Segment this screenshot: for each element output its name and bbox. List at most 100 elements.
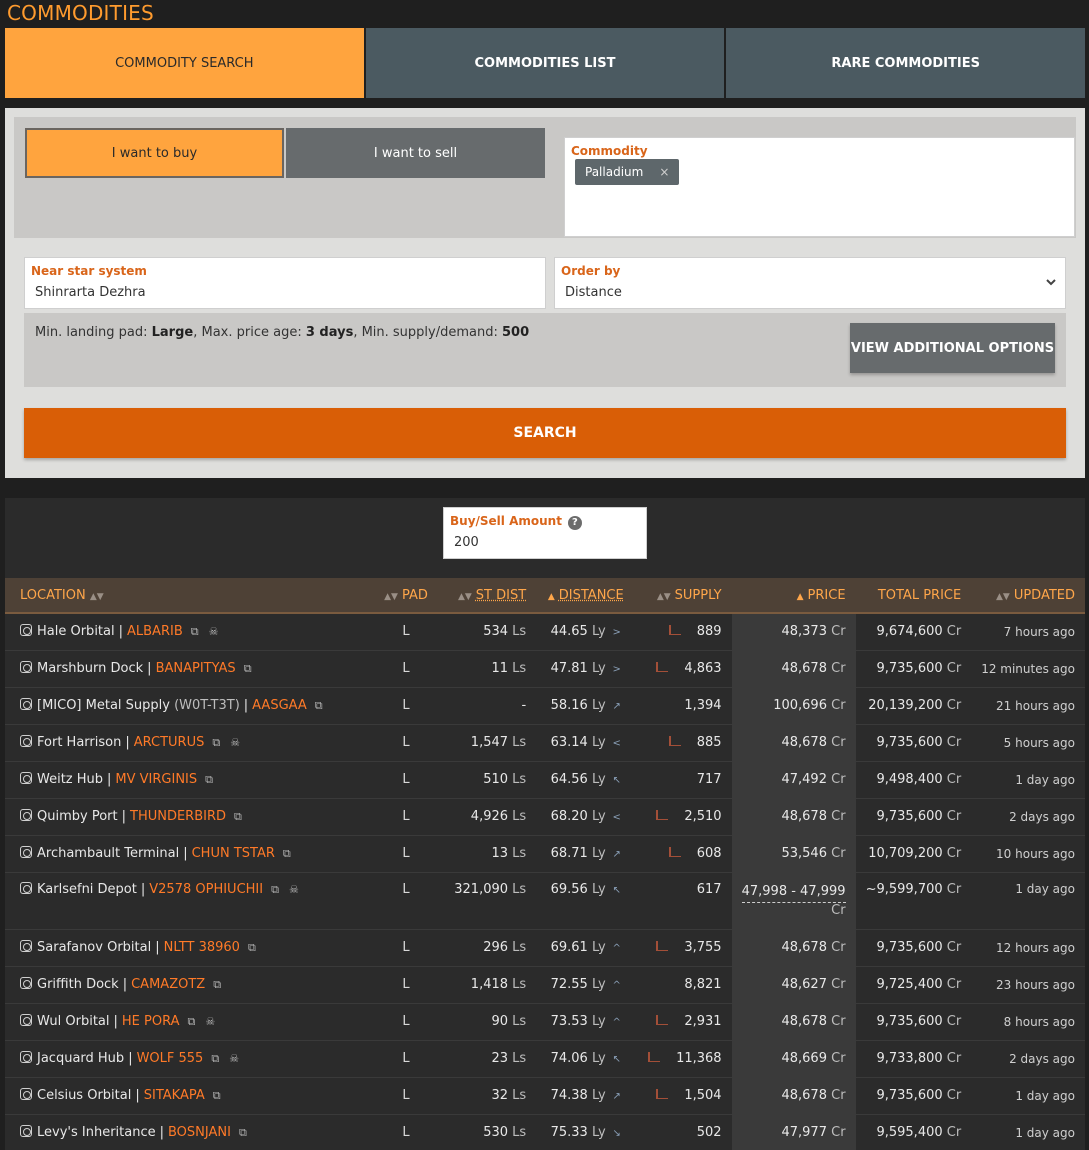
buy-toggle-button[interactable]: I want to buy [25,128,284,178]
external-link-icon[interactable]: ⧉ [205,773,213,786]
table-row[interactable]: Archambault Terminal | CHUN TSTAR ⧉ L 13 Ls 68… [5,835,1085,872]
column-st-dist[interactable]: ▲▼ ST DIST [437,578,537,614]
column-location[interactable]: LOCATION ▲▼ [5,578,375,614]
table-row[interactable]: Karlsefni Depot | V2578 OPHIUCHII ⧉ ☠ L 321,09… [5,872,1085,929]
system-link[interactable]: ARCTURUS [134,735,205,750]
column-supply[interactable]: ▲▼ SUPPLY [633,578,732,614]
external-link-icon[interactable]: ⧉ [248,941,256,954]
external-link-icon[interactable]: ⧉ [315,699,323,712]
station-name[interactable]: Levy's Inheritance [37,1125,156,1140]
star-system-value[interactable]: Shinrarta Dezhra [35,285,146,300]
table-row[interactable]: Wul Orbital | HE PORA ⧉ ☠ L 90 Ls 73.53 Ly ^ 2,93… [5,1003,1085,1040]
column-pad[interactable]: ▲▼ PAD [374,578,438,614]
external-link-icon[interactable]: ⧉ [212,736,220,749]
close-icon[interactable]: × [659,165,669,179]
external-link-icon[interactable]: ⧉ [211,1052,219,1065]
station-name[interactable]: Griffith Dock [37,977,119,992]
external-link-icon[interactable]: ⧉ [191,625,199,638]
external-link-icon[interactable]: ⧉ [187,1015,195,1028]
supply-chart-icon[interactable] [656,941,669,951]
column-total-price[interactable]: TOTAL PRICE [855,578,972,614]
column-distance[interactable]: ▲ DISTANCE [536,578,634,614]
supply-chart-icon[interactable] [668,736,681,746]
station-distance-cell: 23 Ls [491,1051,527,1066]
distance-cell: 44.65 Ly > [536,613,634,650]
table-row[interactable]: Marshburn Dock | BANAPITYAS ⧉ L 11 Ls 47.81 Ly… [5,650,1085,687]
order-by-select[interactable]: Order by Distance [554,257,1066,309]
supply-chart-icon[interactable] [656,1015,669,1025]
station-name[interactable]: Wul Orbital [37,1014,110,1029]
price-value: 47,492 [781,772,827,787]
station-name[interactable]: Weitz Hub [37,772,103,787]
pad-cell: L [402,1088,410,1103]
help-icon[interactable]: ? [567,516,582,530]
table-row[interactable]: Sarafanov Orbital | NLTT 38960 ⧉ L 296 Ls 69.6… [5,929,1085,966]
station-name[interactable]: Marshburn Dock [37,661,143,676]
external-link-icon[interactable]: ⧉ [271,883,279,896]
chevron-down-icon[interactable] [1045,276,1057,288]
station-name[interactable]: [MICO] Metal Supply [37,698,170,713]
star-system-field[interactable]: Near star system Shinrarta Dezhra [24,257,546,309]
station-name[interactable]: Archambault Terminal [37,846,179,861]
system-link[interactable]: BOSNJANI [168,1125,231,1140]
table-row[interactable]: Quimby Port | THUNDERBIRD ⧉ L 4,926 Ls 68.20 L… [5,798,1085,835]
system-link[interactable]: V2578 OPHIUCHII [149,882,263,897]
system-link[interactable]: BANAPITYAS [156,661,236,676]
table-row[interactable]: Fort Harrison | ARCTURUS ⧉ ☠ L 1,547 Ls 63.14 L… [5,724,1085,761]
station-icon [20,846,32,858]
direction-icon: ↖ [612,884,621,896]
buy-sell-amount-field[interactable]: Buy/Sell Amount? 200 [443,507,647,559]
system-link[interactable]: SITAKAPA [144,1088,205,1103]
table-row[interactable]: Celsius Orbital | SITAKAPA ⧉ L 32 Ls 74.38 Ly ↗… [5,1077,1085,1114]
station-name[interactable]: Celsius Orbital [37,1088,131,1103]
sort-asc-icon: ▲ [547,591,555,602]
station-name[interactable]: Fort Harrison [37,735,121,750]
supply-chart-icon[interactable] [668,625,681,636]
supply-chart-icon[interactable] [648,1052,661,1062]
station-name[interactable]: Karlsefni Depot [37,882,137,897]
column-price[interactable]: ▲ PRICE [731,578,856,614]
system-link[interactable]: CHUN TSTAR [192,846,275,861]
tab-commodities-list[interactable]: COMMODITIES LIST [365,28,725,98]
system-link[interactable]: THUNDERBIRD [130,809,226,824]
table-row[interactable]: Griffith Dock | CAMAZOTZ ⧉ L 1,418 Ls 72.55 Ly… [5,966,1085,1003]
supply-chart-icon[interactable] [656,810,669,820]
external-link-icon[interactable]: ⧉ [244,662,252,675]
system-link[interactable]: AASGAA [252,698,307,713]
external-link-icon[interactable]: ⧉ [239,1126,247,1139]
tab-commodity-search[interactable]: COMMODITY SEARCH [5,28,364,98]
distance-cell: 69.56 Ly ↖ [536,872,634,929]
external-link-icon[interactable]: ⧉ [213,978,221,991]
system-link[interactable]: NLTT 38960 [164,940,240,955]
amount-value[interactable]: 200 [454,535,479,550]
system-link[interactable]: CAMAZOTZ [131,977,205,992]
external-link-icon[interactable]: ⧉ [234,810,242,823]
column-updated[interactable]: ▲▼ UPDATED [971,578,1085,614]
supply-chart-icon[interactable] [668,847,681,857]
system-link[interactable]: ALBARIB [127,624,183,639]
table-row[interactable]: Jacquard Hub | WOLF 555 ⧉ ☠ L 23 Ls 74.06 Ly ↖ 11… [5,1040,1085,1077]
order-by-value[interactable]: Distance [565,285,622,300]
tab-rare-commodities[interactable]: RARE COMMODITIES [726,28,1086,98]
table-row[interactable]: Weitz Hub | MV VIRGINIS ⧉ L 510 Ls 64.56 Ly ↖ 71… [5,761,1085,798]
direction-icon: ↖ [612,1054,621,1065]
commodity-field[interactable]: Commodity Palladium × [564,137,1075,237]
table-row[interactable]: Levy's Inheritance | BOSNJANI ⧉ L 530 Ls 75.33… [5,1114,1085,1150]
station-name[interactable]: Jacquard Hub [37,1051,124,1066]
sell-toggle-button[interactable]: I want to sell [286,128,545,178]
station-name[interactable]: Sarafanov Orbital [37,940,151,955]
view-additional-options-button[interactable]: VIEW ADDITIONAL OPTIONS [850,323,1055,373]
system-link[interactable]: WOLF 555 [137,1051,204,1066]
system-link[interactable]: HE PORA [122,1014,180,1029]
location-cell: Hale Orbital | ALBARIB ⧉ ☠ [5,613,374,650]
station-name[interactable]: Hale Orbital [37,624,115,639]
supply-chart-icon[interactable] [656,1089,669,1099]
table-row[interactable]: Hale Orbital | ALBARIB ⧉ ☠ L 534 Ls 44.65 Ly >88… [5,613,1085,650]
external-link-icon[interactable]: ⧉ [213,1089,221,1102]
station-name[interactable]: Quimby Port [37,809,118,824]
external-link-icon[interactable]: ⧉ [283,847,291,860]
system-link[interactable]: MV VIRGINIS [115,772,197,787]
table-row[interactable]: [MICO] Metal Supply (W0T-T3T) | AASGAA ⧉ L -5… [5,687,1085,724]
search-button[interactable]: SEARCH [24,408,1066,458]
supply-chart-icon[interactable] [656,662,669,672]
